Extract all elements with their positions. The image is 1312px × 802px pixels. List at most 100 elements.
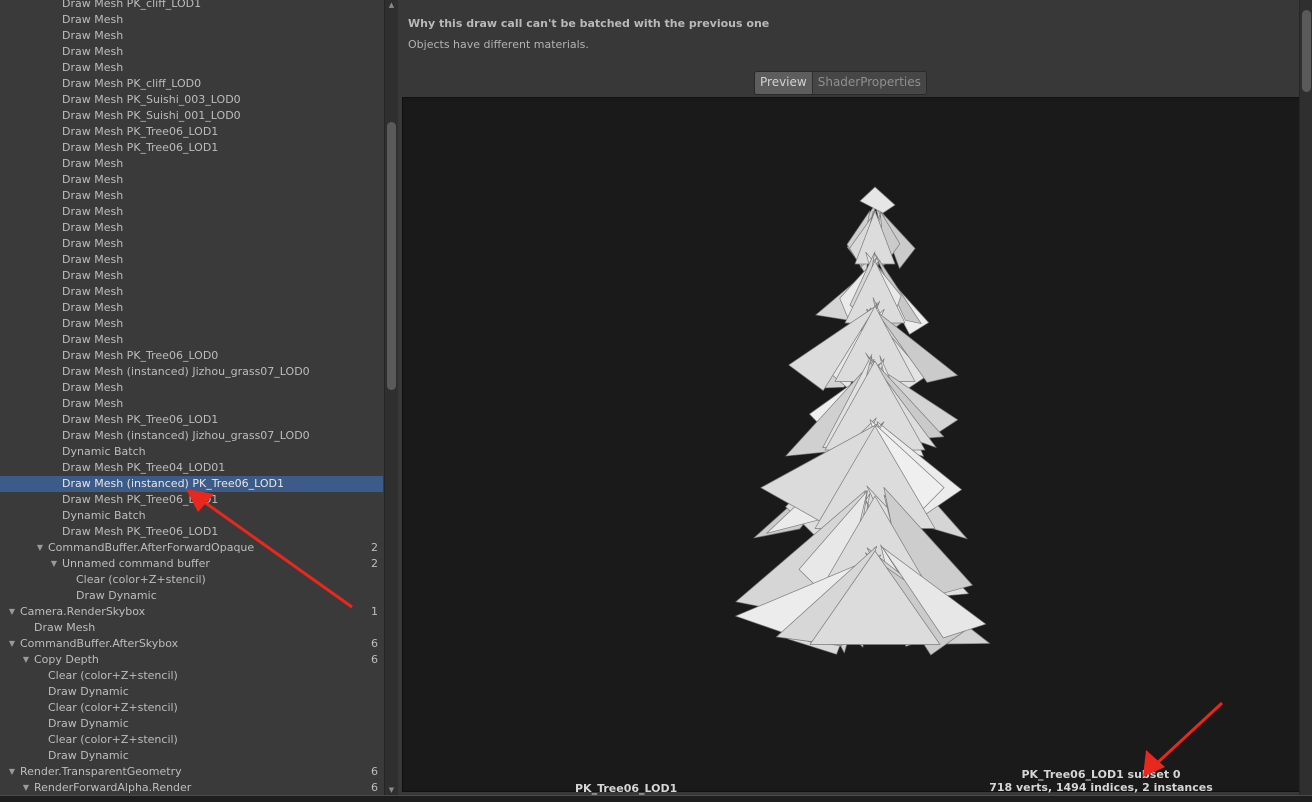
- expand-arrow-icon[interactable]: ▼: [7, 636, 17, 652]
- tree-row[interactable]: Draw Mesh PK_Suishi_001_LOD0: [0, 108, 383, 124]
- tree-row[interactable]: Draw Mesh: [0, 252, 383, 268]
- tree-row[interactable]: Draw Mesh: [0, 268, 383, 284]
- tree-row-label: Draw Mesh (instanced) Jizhou_grass07_LOD…: [62, 429, 310, 442]
- tree-row-selected[interactable]: Draw Mesh (instanced) PK_Tree06_LOD1: [0, 476, 383, 492]
- tree-row[interactable]: Draw Mesh: [0, 12, 383, 28]
- tree-row[interactable]: Clear (color+Z+stencil): [0, 668, 383, 684]
- details-scroll-thumb[interactable]: [1302, 10, 1311, 92]
- expand-arrow-icon[interactable]: ▼: [35, 540, 45, 556]
- expand-arrow-icon[interactable]: ▼: [7, 764, 17, 780]
- tree-row-label: Draw Mesh: [62, 13, 124, 26]
- tree-row[interactable]: Draw Mesh: [0, 396, 383, 412]
- scroll-down-arrow-icon[interactable]: ▼: [385, 785, 398, 795]
- tree-row[interactable]: Draw Mesh PK_cliff_LOD1: [0, 0, 383, 12]
- frame-debugger-tree: Draw Mesh PK_cliff_LOD1 Draw Mesh Draw Mes…: [0, 0, 384, 795]
- tree-row-label: Draw Mesh (instanced) Jizhou_grass07_LOD…: [62, 365, 310, 378]
- tree-row[interactable]: Draw Mesh: [0, 316, 383, 332]
- tree-row[interactable]: Draw Mesh: [0, 188, 383, 204]
- tree-row-count: 1: [371, 605, 378, 618]
- expand-arrow-icon[interactable]: ▼: [21, 652, 31, 668]
- tree-row[interactable]: ▼ Unnamed command buffer 2: [0, 556, 383, 572]
- mesh-preview[interactable]: PK_Tree06_LOD1 PK_Tree06_LOD1 subset 0 7…: [402, 97, 1306, 795]
- tree-row-label: Draw Mesh: [62, 301, 124, 314]
- tree-row[interactable]: Draw Mesh: [0, 172, 383, 188]
- tree-row[interactable]: Dynamic Batch: [0, 444, 383, 460]
- tree-row[interactable]: Draw Mesh: [0, 380, 383, 396]
- tree-row-label: Dynamic Batch: [62, 509, 146, 522]
- tree-row[interactable]: Draw Mesh: [0, 620, 383, 636]
- tree-row[interactable]: Draw Mesh PK_Tree06_LOD0: [0, 348, 383, 364]
- mesh-stats-label: 718 verts, 1494 indices, 2 instances: [989, 781, 1213, 794]
- tree-row[interactable]: Draw Mesh PK_Tree06_LOD1: [0, 524, 383, 540]
- tree-row-label: Draw Mesh: [62, 285, 124, 298]
- tree-mesh-render: [735, 186, 991, 656]
- tree-row[interactable]: Draw Mesh: [0, 60, 383, 76]
- tree-row-label: CommandBuffer.AfterForwardOpaque: [48, 541, 255, 554]
- tree-row-count: 6: [371, 637, 378, 650]
- tree-row-label: Camera.RenderSkybox: [20, 605, 146, 618]
- tree-row-label: Draw Mesh: [62, 333, 124, 346]
- tree-row[interactable]: Draw Mesh: [0, 236, 383, 252]
- mesh-preview-viewport[interactable]: PK_Tree06_LOD1 PK_Tree06_LOD1 subset 0 7…: [405, 101, 1303, 795]
- tree-row[interactable]: Draw Mesh (instanced) Jizhou_grass07_LOD…: [0, 364, 383, 380]
- tree-row-label: CommandBuffer.AfterSkybox: [20, 637, 179, 650]
- tree-row[interactable]: Draw Mesh: [0, 204, 383, 220]
- tree-row[interactable]: Draw Mesh PK_Tree04_LOD01: [0, 460, 383, 476]
- tree-row-label: Draw Mesh: [62, 237, 124, 250]
- tree-row[interactable]: Draw Mesh PK_Tree06_LOD1: [0, 140, 383, 156]
- tree-row-label: Dynamic Batch: [62, 445, 146, 458]
- tree-row-label: Draw Dynamic: [48, 685, 129, 698]
- mesh-name-label: PK_Tree06_LOD1: [575, 782, 678, 795]
- tree-row[interactable]: ▼ Render.TransparentGeometry 6: [0, 764, 383, 780]
- tree-row[interactable]: Clear (color+Z+stencil): [0, 732, 383, 748]
- tree-row[interactable]: Draw Dynamic: [0, 684, 383, 700]
- tree-row[interactable]: ▼ CommandBuffer.AfterSkybox 6: [0, 636, 383, 652]
- tree-row[interactable]: Clear (color+Z+stencil): [0, 572, 383, 588]
- tree-row[interactable]: ▼ RenderForwardAlpha.Render 6: [0, 780, 383, 795]
- tree-row-label: Draw Mesh PK_cliff_LOD0: [62, 77, 202, 90]
- tab-preview[interactable]: Preview: [755, 72, 813, 94]
- tree-row-label: Copy Depth: [34, 653, 99, 666]
- tab-shader-properties[interactable]: ShaderProperties: [812, 72, 926, 94]
- tree-row[interactable]: ▼ Camera.RenderSkybox 1: [0, 604, 383, 620]
- tree-row[interactable]: Draw Mesh PK_Suishi_003_LOD0: [0, 92, 383, 108]
- tree-row[interactable]: Clear (color+Z+stencil): [0, 700, 383, 716]
- tree-row[interactable]: ▼ CommandBuffer.AfterForwardOpaque 2: [0, 540, 383, 556]
- tree-row[interactable]: Draw Dynamic: [0, 716, 383, 732]
- tree-row[interactable]: Draw Mesh: [0, 300, 383, 316]
- tree-row-label: Draw Mesh: [62, 317, 124, 330]
- tree-row[interactable]: Draw Dynamic: [0, 588, 383, 604]
- expand-arrow-icon[interactable]: ▼: [49, 556, 59, 572]
- tree-row[interactable]: Draw Mesh PK_Tree06_LOD1: [0, 492, 383, 508]
- tree-row[interactable]: Draw Dynamic: [0, 748, 383, 764]
- tree-row[interactable]: Draw Mesh PK_cliff_LOD0: [0, 76, 383, 92]
- tree-row[interactable]: Dynamic Batch: [0, 508, 383, 524]
- tree-row-label: Draw Mesh (instanced) PK_Tree06_LOD1: [62, 477, 284, 490]
- tree-row-label: Draw Mesh PK_Tree06_LOD1: [62, 525, 219, 538]
- tree-row[interactable]: Draw Mesh: [0, 156, 383, 172]
- tree-row[interactable]: ▼ Copy Depth 6: [0, 652, 383, 668]
- tree-row[interactable]: Draw Mesh PK_Tree06_LOD1: [0, 124, 383, 140]
- tree-row[interactable]: Draw Mesh (instanced) Jizhou_grass07_LOD…: [0, 428, 383, 444]
- tree-row[interactable]: Draw Mesh: [0, 44, 383, 60]
- tree-row[interactable]: Draw Mesh: [0, 220, 383, 236]
- scroll-up-arrow-icon[interactable]: ▲: [385, 0, 398, 10]
- details-scrollbar[interactable]: [1299, 0, 1312, 795]
- preview-tab-bar: Preview ShaderProperties: [754, 71, 927, 95]
- tree-scroll-thumb[interactable]: [387, 122, 396, 390]
- tree-row[interactable]: Draw Mesh PK_Tree06_LOD1: [0, 412, 383, 428]
- tree-row-label: Clear (color+Z+stencil): [48, 669, 178, 682]
- expand-arrow-icon[interactable]: ▼: [7, 604, 17, 620]
- tree-row[interactable]: Draw Mesh: [0, 332, 383, 348]
- expand-arrow-icon[interactable]: ▼: [21, 780, 31, 795]
- tree-row-label: Draw Mesh: [62, 269, 124, 282]
- tree-row[interactable]: Draw Mesh: [0, 284, 383, 300]
- tree-row-label: Draw Mesh: [34, 621, 96, 634]
- tree-row-label: Draw Mesh PK_Tree04_LOD01: [62, 461, 226, 474]
- tree-row[interactable]: Draw Mesh: [0, 28, 383, 44]
- tree-row-label: RenderForwardAlpha.Render: [34, 781, 192, 794]
- tree-row-label: Draw Mesh: [62, 157, 124, 170]
- tree-row-label: Draw Mesh: [62, 45, 124, 58]
- tree-row-label: Draw Dynamic: [48, 749, 129, 762]
- tree-scrollbar[interactable]: ▲ ▼: [384, 0, 398, 795]
